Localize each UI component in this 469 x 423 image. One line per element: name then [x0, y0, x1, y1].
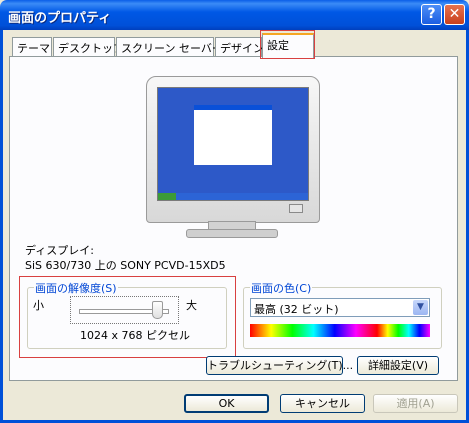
window-title: 画面のプロパティ — [8, 11, 112, 26]
tab-theme[interactable]: テーマ — [12, 37, 52, 57]
troubleshoot-button[interactable]: トラブルシューティング(T)... — [206, 356, 353, 375]
close-icon: ✕ — [448, 6, 461, 22]
tab-screensaver[interactable]: スクリーン セーバー — [116, 37, 223, 57]
help-button[interactable]: ? — [421, 4, 442, 25]
tab-highlight-box — [260, 30, 315, 59]
tab-desktop[interactable]: デスクトップ — [53, 37, 124, 57]
slider-thumb[interactable] — [152, 301, 163, 319]
resolution-value: 1024 x 768 ピクセル — [80, 329, 190, 342]
monitor-preview — [146, 76, 320, 223]
advanced-settings-button[interactable]: 詳細設定(V) — [357, 356, 439, 375]
power-button-icon — [289, 204, 303, 213]
preview-window — [194, 105, 272, 165]
color-quality-group: 画面の色(C) — [243, 280, 442, 349]
resolution-slider[interactable] — [70, 296, 179, 324]
resolution-large-label: 大 — [186, 299, 197, 312]
chevron-down-icon[interactable]: ▼ — [413, 300, 428, 315]
resolution-small-label: 小 — [33, 299, 44, 312]
help-icon: ? — [427, 6, 436, 22]
monitor-stand-base — [186, 229, 278, 238]
screen-preview — [157, 87, 309, 201]
title-bar[interactable]: 画面のプロパティ ? ✕ — [0, 0, 469, 30]
color-spectrum-bar — [250, 324, 430, 337]
display-value: SiS 630/730 上の SONY PCVD-15XD5 — [25, 259, 226, 272]
color-quality-title: 画面の色(C) — [250, 280, 313, 296]
ok-button[interactable]: OK — [184, 394, 269, 413]
preview-taskbar — [158, 193, 308, 200]
preview-start-button — [158, 193, 176, 200]
color-quality-select[interactable]: 最高 (32 ビット) ▼ — [250, 298, 430, 317]
color-quality-value: 最高 (32 ビット) — [254, 303, 339, 316]
window-frame-left — [0, 30, 3, 423]
cancel-button[interactable]: キャンセル — [280, 394, 365, 413]
close-button[interactable]: ✕ — [444, 4, 465, 25]
apply-button[interactable]: 適用(A) — [373, 394, 458, 413]
tab-appearance[interactable]: デザイン — [215, 37, 264, 57]
display-label: ディスプレイ: — [25, 244, 94, 257]
